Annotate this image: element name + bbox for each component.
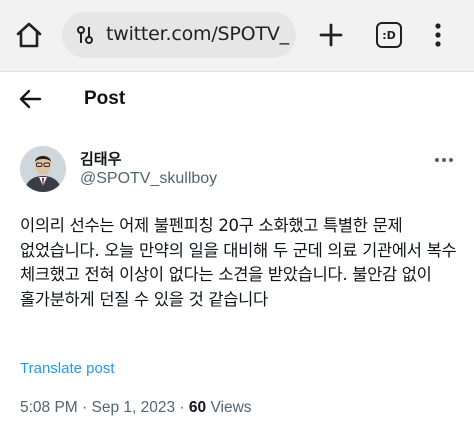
home-icon[interactable] [14, 20, 44, 50]
avatar[interactable] [20, 146, 66, 192]
page-title: Post [84, 88, 126, 109]
tab-switcher-icon[interactable]: :D [376, 22, 402, 48]
address-bar[interactable]: twitter.com/SPOTV_ [62, 12, 296, 58]
translate-post-link[interactable]: Translate post [20, 360, 115, 377]
browser-toolbar: twitter.com/SPOTV_ :D [0, 0, 474, 72]
new-tab-plus-icon[interactable] [316, 20, 346, 50]
views-count: 60 [188, 399, 207, 416]
tweet-meta: 5:08 PM · Sep 1, 2023 · 60 Views [20, 399, 252, 417]
tweet-date[interactable]: Sep 1, 2023 [92, 399, 176, 416]
meta-separator: · [175, 399, 189, 416]
author-handle[interactable]: @SPOTV_skullboy [80, 170, 217, 188]
meta-separator: · [77, 399, 92, 416]
more-horiz-icon[interactable] [434, 150, 454, 162]
lock-icon[interactable] [76, 25, 94, 45]
views-label: Views [206, 399, 252, 416]
arrow-left-icon[interactable] [18, 86, 44, 112]
url-text[interactable]: twitter.com/SPOTV_ [106, 23, 289, 45]
author-name[interactable]: 김태우 [80, 148, 121, 169]
tweet-time[interactable]: 5:08 PM [20, 399, 78, 416]
tweet-text: 이의리 선수는 어제 불펜피칭 20구 소화했고 특별한 문제 없었습니다. 오… [20, 216, 457, 309]
more-vert-icon[interactable] [432, 20, 444, 50]
